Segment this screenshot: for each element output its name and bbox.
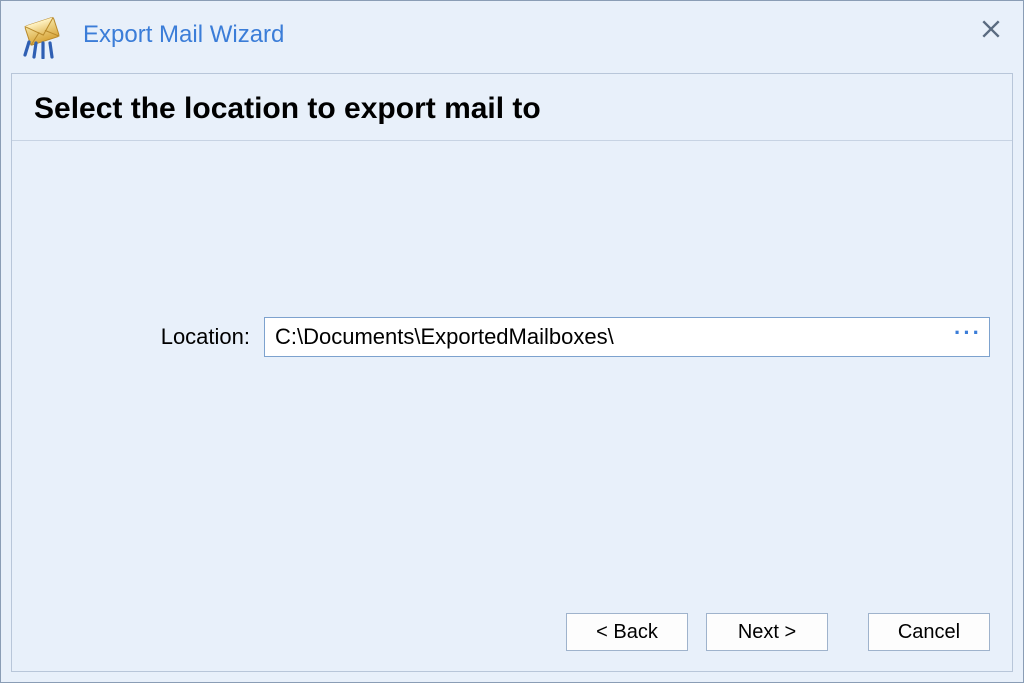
app-mail-icon [19,11,67,59]
wizard-button-row: < Back Next > Cancel [12,595,1012,671]
location-input-wrap: ··· [264,317,990,357]
ellipsis-icon: ··· [954,322,982,344]
page-heading: Select the location to export mail to [34,92,990,126]
location-input[interactable] [264,317,990,357]
location-field-row: Location: ··· [34,317,990,357]
wizard-window: Export Mail Wizard Select the location t… [0,0,1024,683]
wizard-content: Select the location to export mail to Lo… [11,73,1013,672]
body-area: Location: ··· [12,141,1012,595]
location-label: Location: [34,324,264,350]
close-button[interactable] [977,15,1005,43]
window-title: Export Mail Wizard [83,21,284,49]
back-button[interactable]: < Back [566,613,688,651]
titlebar: Export Mail Wizard [1,1,1023,69]
cancel-button[interactable]: Cancel [868,613,990,651]
browse-button[interactable]: ··· [947,318,989,356]
next-button[interactable]: Next > [706,613,828,651]
heading-row: Select the location to export mail to [12,74,1012,141]
